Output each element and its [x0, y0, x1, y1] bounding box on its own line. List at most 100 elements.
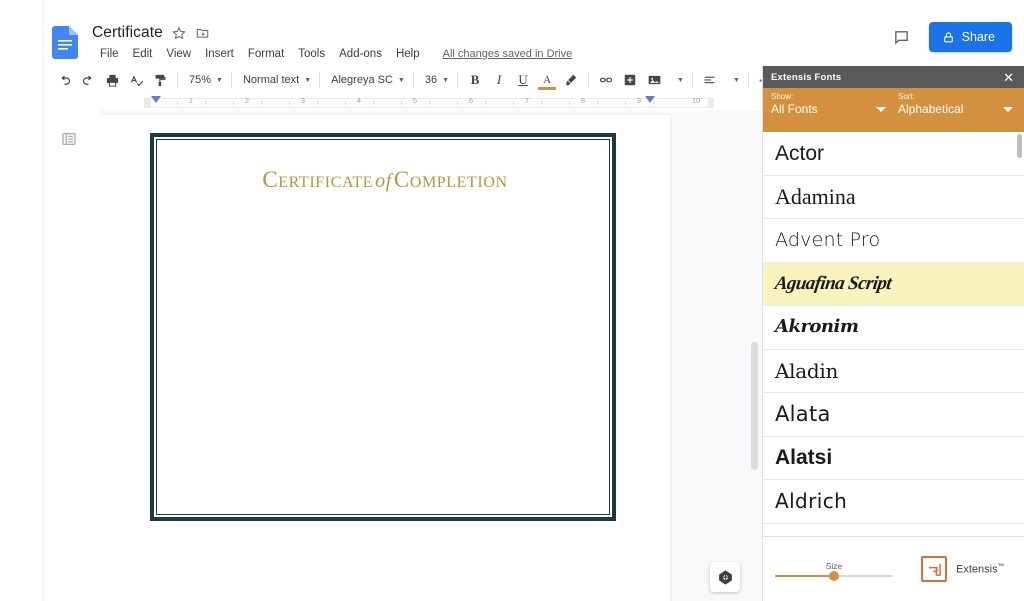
menu-insert[interactable]: Insert: [198, 47, 241, 61]
google-docs-logo-icon[interactable]: [52, 26, 78, 59]
horizontal-ruler[interactable]: 1 2 3 4 5 6 7 8 9 10: [144, 94, 714, 110]
show-value: All Fonts: [771, 102, 818, 116]
align-left-icon[interactable]: [698, 69, 722, 91]
font-size-value: 36: [424, 74, 438, 86]
toolbar-divider: [177, 72, 178, 88]
font-name: Aldrich: [775, 489, 848, 514]
font-list[interactable]: Actor Adamina Advent Pro Aguafina Script…: [763, 132, 1024, 537]
extensis-brand: Extensis™: [921, 556, 1004, 582]
font-list-item[interactable]: Alata: [763, 393, 1024, 437]
underline-button[interactable]: U: [511, 69, 535, 91]
size-slider-thumb[interactable]: [829, 571, 839, 581]
text-color-button[interactable]: A: [535, 69, 559, 91]
font-list-item[interactable]: Actor: [763, 132, 1024, 176]
chevron-down-icon: [876, 106, 886, 112]
undo-icon[interactable]: [52, 69, 76, 91]
left-indent-marker[interactable]: [151, 96, 161, 103]
highlight-pen-icon[interactable]: [559, 69, 583, 91]
font-list-item[interactable]: Aladin: [763, 350, 1024, 393]
brand-label: Extensis: [956, 563, 998, 576]
font-name: Actor: [775, 141, 825, 165]
ruler-number: 7: [524, 96, 530, 105]
document-outline-icon[interactable]: [56, 126, 82, 152]
font-list-item[interactable]: Aldrich: [763, 480, 1024, 524]
explore-icon[interactable]: [710, 562, 740, 592]
italic-button[interactable]: I: [487, 69, 511, 91]
insert-link-icon[interactable]: [594, 69, 618, 91]
chevron-down-icon: ▼: [216, 76, 223, 84]
insert-image-dropdown[interactable]: ▼: [666, 69, 687, 91]
zoom-select[interactable]: 75% ▼: [183, 69, 226, 91]
font-list-item[interactable]: Alatsi: [763, 437, 1024, 480]
paint-format-icon[interactable]: [148, 69, 172, 91]
google-docs-window: Certificate File Edit View Insert Format…: [0, 0, 1024, 601]
font-family-select[interactable]: Alegreya SC ▼: [325, 69, 408, 91]
zoom-value: 75%: [189, 74, 212, 86]
ruler-number: 1: [188, 96, 194, 105]
menu-view[interactable]: View: [159, 47, 198, 61]
menu-tools[interactable]: Tools: [291, 47, 332, 61]
font-family-value: Alegreya SC: [331, 74, 393, 86]
font-name: Alata: [775, 401, 831, 426]
redo-icon[interactable]: [76, 69, 100, 91]
font-size-select[interactable]: 36 ▼: [419, 69, 452, 91]
move-to-folder-icon[interactable]: [195, 26, 210, 40]
ruler-number: 3: [300, 96, 306, 105]
toolbar-divider: [230, 72, 232, 88]
chevron-down-icon: ▼: [442, 76, 450, 84]
insert-image-icon[interactable]: [642, 69, 666, 91]
print-icon[interactable]: [100, 69, 124, 91]
certificate-title[interactable]: Certificate ofCompletion: [100, 167, 670, 193]
menu-edit[interactable]: Edit: [126, 47, 160, 61]
font-name: Alatsi: [775, 446, 833, 470]
bold-button[interactable]: B: [463, 69, 487, 91]
document-canvas[interactable]: Certificate ofCompletion: [100, 110, 762, 601]
menu-format[interactable]: Format: [241, 47, 291, 61]
ruler-number: 9: [636, 96, 642, 105]
save-status-link[interactable]: All changes saved in Drive: [443, 48, 573, 60]
chevron-down-icon: [1003, 106, 1013, 112]
document-page-1[interactable]: Certificate ofCompletion: [100, 115, 670, 601]
panel-title-bar: Extensis Fonts ✕: [763, 66, 1024, 88]
docs-header: Certificate File Edit View Insert Format…: [44, 0, 1024, 66]
paragraph-style-select[interactable]: Normal text ▼: [237, 69, 314, 91]
paragraph-style-value: Normal text: [242, 74, 300, 86]
panel-title: Extensis Fonts: [771, 71, 842, 83]
toolbar-divider: [588, 72, 590, 88]
font-list-item[interactable]: Advent Pro: [763, 219, 1024, 263]
text-color-swatch: [538, 87, 557, 90]
document-scrollbar[interactable]: [751, 342, 758, 470]
chevron-down-icon: ▼: [304, 76, 312, 84]
sort-filter[interactable]: Sort: Alphabetical: [898, 92, 1017, 132]
document-title[interactable]: Certificate: [92, 24, 163, 42]
chevron-down-icon: ▼: [677, 76, 684, 84]
align-dropdown[interactable]: ▼: [722, 69, 743, 91]
chevron-down-icon: ▼: [732, 76, 740, 84]
show-filter[interactable]: Show: All Fonts: [771, 92, 890, 132]
ruler-right-margin: [708, 98, 714, 108]
font-list-item-selected[interactable]: Aguafina Script: [763, 262, 1024, 306]
menu-add-ons[interactable]: Add-ons: [332, 47, 389, 61]
share-button[interactable]: Share: [928, 22, 1012, 52]
font-list-item[interactable]: Akronim: [763, 306, 1024, 350]
toolbar-divider: [412, 72, 414, 88]
star-icon[interactable]: [172, 26, 186, 40]
size-slider-group: Size: [775, 561, 893, 581]
font-list-scrollbar[interactable]: [1017, 134, 1022, 158]
close-icon[interactable]: ✕: [1000, 71, 1017, 84]
title-row: Certificate: [92, 24, 210, 42]
size-slider[interactable]: [775, 571, 893, 581]
chevron-down-icon: ▼: [397, 76, 405, 84]
right-indent-marker[interactable]: [645, 96, 655, 103]
add-comment-icon[interactable]: [618, 69, 642, 91]
show-label: Show:: [771, 92, 794, 101]
comment-history-icon[interactable]: [889, 24, 915, 50]
menu-help[interactable]: Help: [389, 47, 427, 61]
certificate-title-of: of: [375, 170, 392, 192]
font-list-item[interactable]: Adamina: [763, 176, 1024, 219]
document-outline-rail: [44, 110, 100, 601]
menu-file[interactable]: File: [93, 47, 126, 61]
font-name: Advent Pro: [775, 228, 881, 251]
extensis-brand-name: Extensis™: [956, 563, 1004, 576]
spellcheck-icon[interactable]: [124, 69, 148, 91]
